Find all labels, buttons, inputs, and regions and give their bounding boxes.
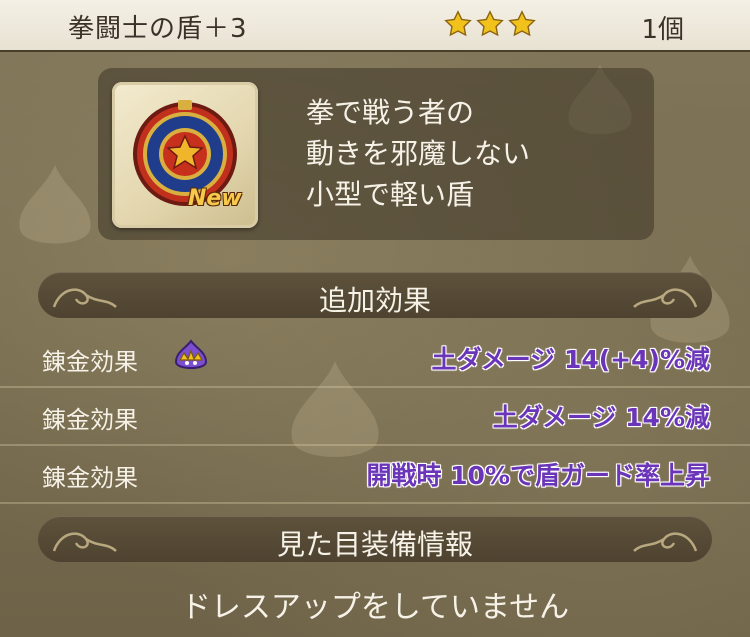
ornament-right-icon — [633, 532, 698, 552]
item-quantity: 1個 — [641, 15, 684, 45]
item-description: 拳で戦う者の 動きを邪魔しない 小型で軽い盾 — [306, 92, 530, 215]
effect-row: 錬金効果 土ダメージ 14%減 — [0, 386, 750, 446]
bg-slime-pattern — [19, 165, 91, 244]
new-badge: New — [188, 186, 242, 211]
ornament-right-icon — [633, 288, 698, 308]
description-line: 動きを邪魔しない — [306, 137, 531, 170]
star-icon — [508, 10, 536, 37]
appearance-title: 見た目装備情報 — [276, 528, 473, 561]
effect-name: 錬金効果 — [42, 464, 138, 492]
effect-row: 錬金効果 土ダメージ 14(+4)%減 — [0, 328, 750, 388]
description-line: 小型で軽い盾 — [306, 178, 475, 211]
effect-value: 土ダメージ 14%減 — [492, 403, 710, 432]
star-icon — [444, 10, 472, 37]
effect-row: 錬金効果 開戦時 10%で盾ガード率上昇 — [0, 444, 750, 504]
item-header: 拳闘士の盾＋3 1個 — [0, 0, 750, 52]
item-icon-frame[interactable]: New — [112, 82, 258, 228]
effect-name: 錬金効果 — [42, 348, 138, 376]
effect-value: 土ダメージ 14(+4)%減 — [431, 345, 711, 374]
effect-value: 開戦時 10%で盾ガード率上昇 — [366, 461, 710, 490]
dressup-status: ドレスアップをしていません — [180, 590, 570, 625]
rarity-stars — [444, 10, 536, 38]
item-name: 拳闘士の盾＋3 — [68, 14, 248, 44]
extra-effects-header: 追加効果 — [38, 272, 712, 318]
description-line: 拳で戦う者の — [306, 96, 475, 129]
appearance-header: 見た目装備情報 — [38, 516, 712, 562]
slime-crown-icon — [174, 339, 208, 369]
star-icon — [476, 10, 504, 37]
extra-effects-title: 追加効果 — [318, 284, 431, 317]
effect-name: 錬金効果 — [42, 406, 138, 434]
